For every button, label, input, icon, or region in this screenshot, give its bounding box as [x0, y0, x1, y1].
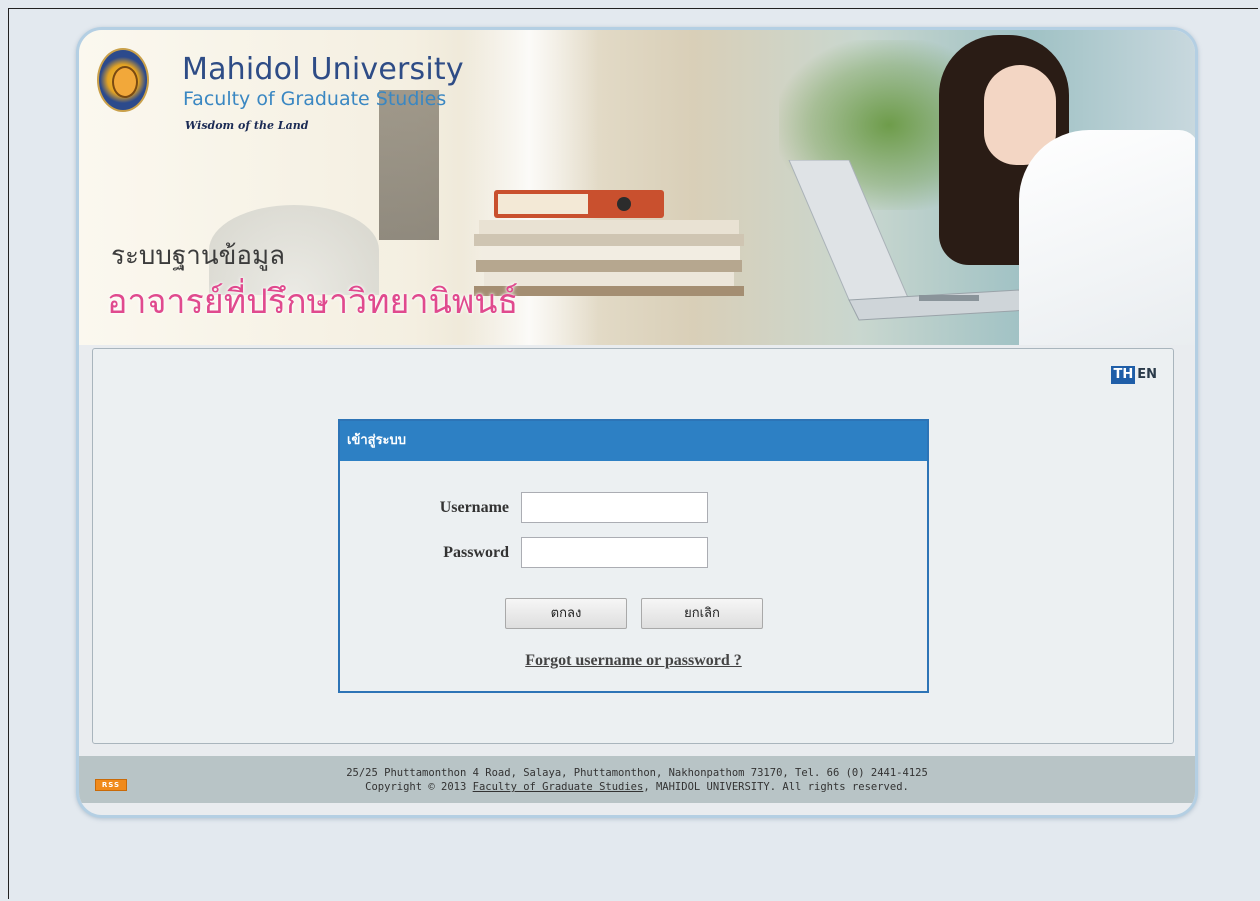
footer-text: 25/25 Phuttamonthon 4 Road, Salaya, Phut… — [79, 766, 1195, 794]
copyright-prefix: Copyright © 2013 — [365, 781, 467, 793]
system-title-line-2: อาจารย์ที่ปรึกษาวิทยานิพนธ์ — [107, 282, 519, 322]
university-name: Mahidol University — [182, 52, 464, 87]
footer-address: 25/25 Phuttamonthon 4 Road, Salaya, Phut… — [346, 767, 928, 779]
username-input[interactable] — [521, 492, 708, 523]
login-panel: เข้าสู่ระบบ Username Password ตกลง ยกเลิ… — [338, 419, 929, 693]
language-en-button[interactable]: EN — [1137, 367, 1157, 383]
forgot-credentials-link[interactable]: Forgot username or password ? — [340, 652, 927, 670]
language-th-button[interactable]: TH — [1111, 366, 1136, 384]
faculty-link[interactable]: Faculty of Graduate Studies — [473, 781, 644, 793]
language-switch: TH EN — [1111, 366, 1157, 384]
page-container: Mahidol University Faculty of Graduate S… — [76, 27, 1198, 818]
username-label: Username — [439, 498, 509, 516]
footer-copyright: Copyright © 2013 Faculty of Graduate Stu… — [79, 780, 1195, 794]
ok-button[interactable]: ตกลง — [505, 598, 627, 629]
username-row: Username — [391, 492, 708, 523]
password-label: Password — [443, 543, 509, 561]
cancel-button[interactable]: ยกเลิก — [641, 598, 763, 629]
copyright-suffix: , MAHIDOL UNIVERSITY. All rights reserve… — [643, 781, 909, 793]
footer: RSS 25/25 Phuttamonthon 4 Road, Salaya, … — [79, 756, 1195, 803]
content-panel: TH EN เข้าสู่ระบบ Username Password ตกลง… — [92, 348, 1174, 744]
system-title-line-1: ระบบฐานข้อมูล — [111, 241, 286, 271]
header-banner: Mahidol University Faculty of Graduate S… — [79, 30, 1195, 345]
banner-shelf — [379, 90, 439, 240]
faculty-name: Faculty of Graduate Studies — [183, 88, 447, 110]
password-row: Password — [391, 537, 708, 568]
tagline: Wisdom of the Land — [185, 119, 309, 132]
university-seal-logo — [97, 48, 149, 112]
login-panel-title: เข้าสู่ระบบ — [340, 421, 927, 461]
password-input[interactable] — [521, 537, 708, 568]
student-shirt — [1019, 130, 1195, 345]
